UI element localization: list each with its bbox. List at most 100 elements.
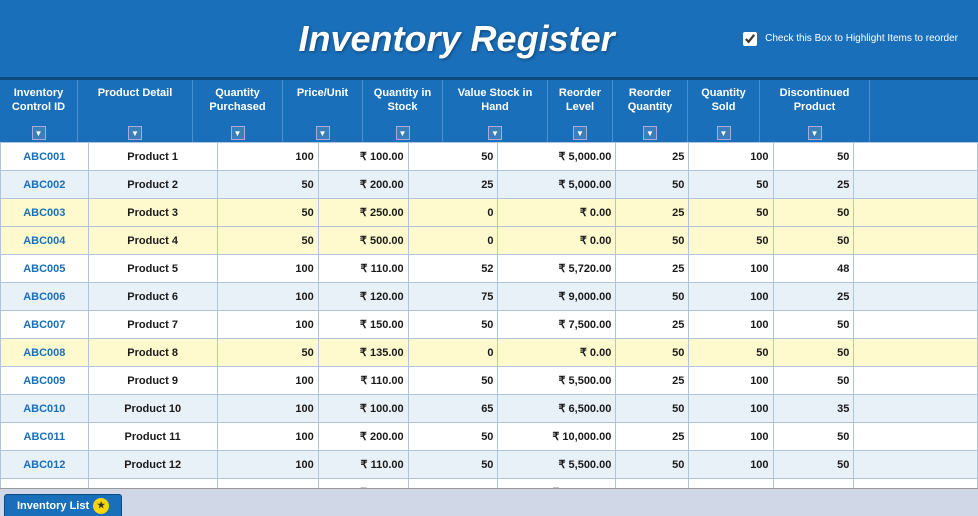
cell-r8-c2: 100 [217,367,318,395]
cell-r9-c5: ₹ 6,500.00 [498,395,616,423]
cell-r1-c5: ₹ 5,000.00 [498,171,616,199]
cell-r10-c6: 25 [616,423,689,451]
cell-r1-c7: 50 [689,171,773,199]
table-container[interactable]: ABC001Product 1100₹ 100.0050₹ 5,000.0025… [0,142,978,488]
col-header-label-1: Product Detail [98,86,173,100]
cell-r3-c6: 50 [616,227,689,255]
page-title: Inventory Register [170,18,743,60]
dropdown-btn-1[interactable]: ▼ [128,126,142,140]
cell-r3-c1: Product 4 [88,227,217,255]
cell-r5-c0: ABC006 [1,283,89,311]
cell-r0-c6: 25 [616,143,689,171]
cell-r5-c8: 25 [773,283,854,311]
cell-r3-c7: 50 [689,227,773,255]
highlight-checkbox-area: Check this Box to Highlight Items to reo… [743,32,958,46]
cell-r1-c1: Product 2 [88,171,217,199]
dropdown-btn-7[interactable]: ▼ [643,126,657,140]
cell-r1-c4: 25 [408,171,498,199]
cell-r2-c9 [854,199,978,227]
dropdown-btn-9[interactable]: ▼ [808,126,822,140]
cell-r0-c8: 50 [773,143,854,171]
cell-r11-c2: 100 [217,451,318,479]
cell-r3-c0: ABC004 [1,227,89,255]
highlight-checkbox[interactable] [743,32,757,46]
cell-r6-c6: 25 [616,311,689,339]
cell-r6-c7: 100 [689,311,773,339]
cell-r11-c5: ₹ 5,500.00 [498,451,616,479]
column-header-5: Value Stock in Hand▼ [443,80,548,142]
dropdown-btn-6[interactable]: ▼ [573,126,587,140]
cell-r11-c8: 50 [773,451,854,479]
column-header-4: Quantity in Stock▼ [363,80,443,142]
dropdown-btn-5[interactable]: ▼ [488,126,502,140]
cell-r1-c9 [854,171,978,199]
cell-r4-c9 [854,255,978,283]
cell-r2-c8: 50 [773,199,854,227]
tab-icon: ★ [93,498,109,514]
cell-r2-c3: ₹ 250.00 [318,199,408,227]
cell-r0-c4: 50 [408,143,498,171]
cell-r5-c3: ₹ 120.00 [318,283,408,311]
cell-r7-c9 [854,339,978,367]
cell-r1-c3: ₹ 200.00 [318,171,408,199]
cell-r7-c6: 50 [616,339,689,367]
cell-r9-c6: 50 [616,395,689,423]
highlight-label: Check this Box to Highlight Items to reo… [765,32,958,45]
cell-r5-c7: 100 [689,283,773,311]
cell-r4-c3: ₹ 110.00 [318,255,408,283]
dropdown-btn-0[interactable]: ▼ [32,126,46,140]
cell-r6-c9 [854,311,978,339]
cell-r4-c8: 48 [773,255,854,283]
column-header-1: Product Detail ▼ [78,80,193,142]
cell-r7-c0: ABC008 [1,339,89,367]
cell-r2-c4: 0 [408,199,498,227]
cell-r12-c4: 50 [408,479,498,489]
cell-r0-c1: Product 1 [88,143,217,171]
inventory-list-tab[interactable]: Inventory List ★ [4,494,122,516]
col-header-label-9: Discontinued Product [762,86,867,115]
cell-r6-c0: ABC007 [1,311,89,339]
table-row: ABC009Product 9100₹ 110.0050₹ 5,500.0025… [1,367,978,395]
cell-r7-c1: Product 8 [88,339,217,367]
cell-r12-c3: ₹ 250.00 [318,479,408,489]
cell-r9-c2: 100 [217,395,318,423]
cell-r2-c0: ABC003 [1,199,89,227]
cell-r9-c1: Product 10 [88,395,217,423]
cell-r3-c8: 50 [773,227,854,255]
cell-r10-c0: ABC011 [1,423,89,451]
cell-r9-c4: 65 [408,395,498,423]
dropdown-btn-3[interactable]: ▼ [316,126,330,140]
cell-r8-c8: 50 [773,367,854,395]
cell-r9-c3: ₹ 100.00 [318,395,408,423]
cell-r4-c1: Product 5 [88,255,217,283]
cell-r10-c9 [854,423,978,451]
cell-r10-c1: Product 11 [88,423,217,451]
cell-r3-c3: ₹ 500.00 [318,227,408,255]
cell-r2-c6: 25 [616,199,689,227]
cell-r10-c3: ₹ 200.00 [318,423,408,451]
cell-r12-c5: ₹ 12,500.00 [498,479,616,489]
cell-r11-c1: Product 12 [88,451,217,479]
cell-r4-c7: 100 [689,255,773,283]
cell-r11-c0: ABC012 [1,451,89,479]
dropdown-btn-2[interactable]: ▼ [231,126,245,140]
cell-r4-c5: ₹ 5,720.00 [498,255,616,283]
cell-r10-c8: 50 [773,423,854,451]
cell-r3-c5: ₹ 0.00 [498,227,616,255]
cell-r1-c8: 25 [773,171,854,199]
cell-r0-c2: 100 [217,143,318,171]
cell-r8-c7: 100 [689,367,773,395]
dropdown-btn-8[interactable]: ▼ [717,126,731,140]
cell-r10-c4: 50 [408,423,498,451]
cell-r9-c9 [854,395,978,423]
table-row: ABC006Product 6100₹ 120.0075₹ 9,000.0050… [1,283,978,311]
column-header-0: Inventory Control ID▼ [0,80,78,142]
cell-r4-c0: ABC005 [1,255,89,283]
cell-r12-c8: 50 [773,479,854,489]
table-row: ABC011Product 11100₹ 200.0050₹ 10,000.00… [1,423,978,451]
cell-r12-c6: 25 [616,479,689,489]
dropdown-btn-4[interactable]: ▼ [396,126,410,140]
cell-r8-c0: ABC009 [1,367,89,395]
cell-r0-c7: 100 [689,143,773,171]
cell-r1-c2: 50 [217,171,318,199]
